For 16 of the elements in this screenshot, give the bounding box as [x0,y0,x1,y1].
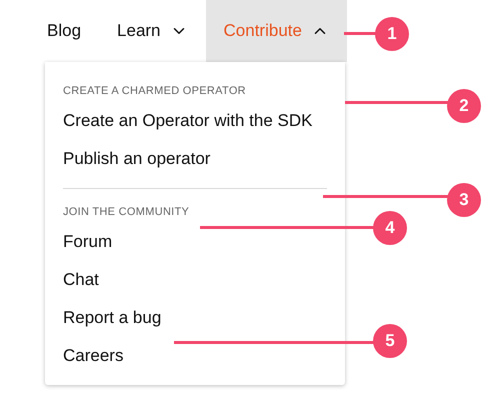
menu-item[interactable]: Forum [63,223,327,261]
leader-line [344,32,376,35]
menu-item[interactable]: Publish an operator [63,140,327,178]
callout-badge: 2 [447,89,481,123]
menu-item[interactable]: Create an Operator with the SDK [63,102,327,140]
callout-badge: 3 [447,183,481,217]
nav-link[interactable]: Blog [29,0,100,62]
callout-badge: 1 [375,17,409,51]
callout-badge: 5 [373,324,407,358]
menu-heading: JOIN THE COMMUNITY [63,205,190,220]
menu-item[interactable]: Report a bug [63,299,327,337]
menu-item[interactable]: Careers [63,337,327,375]
callout-badge: 4 [373,211,407,245]
menu-item[interactable]: Chat [63,261,327,299]
menu-heading: CREATE A CHARMED OPERATOR [63,84,247,99]
nav-dropdown[interactable]: Learn [99,0,206,62]
